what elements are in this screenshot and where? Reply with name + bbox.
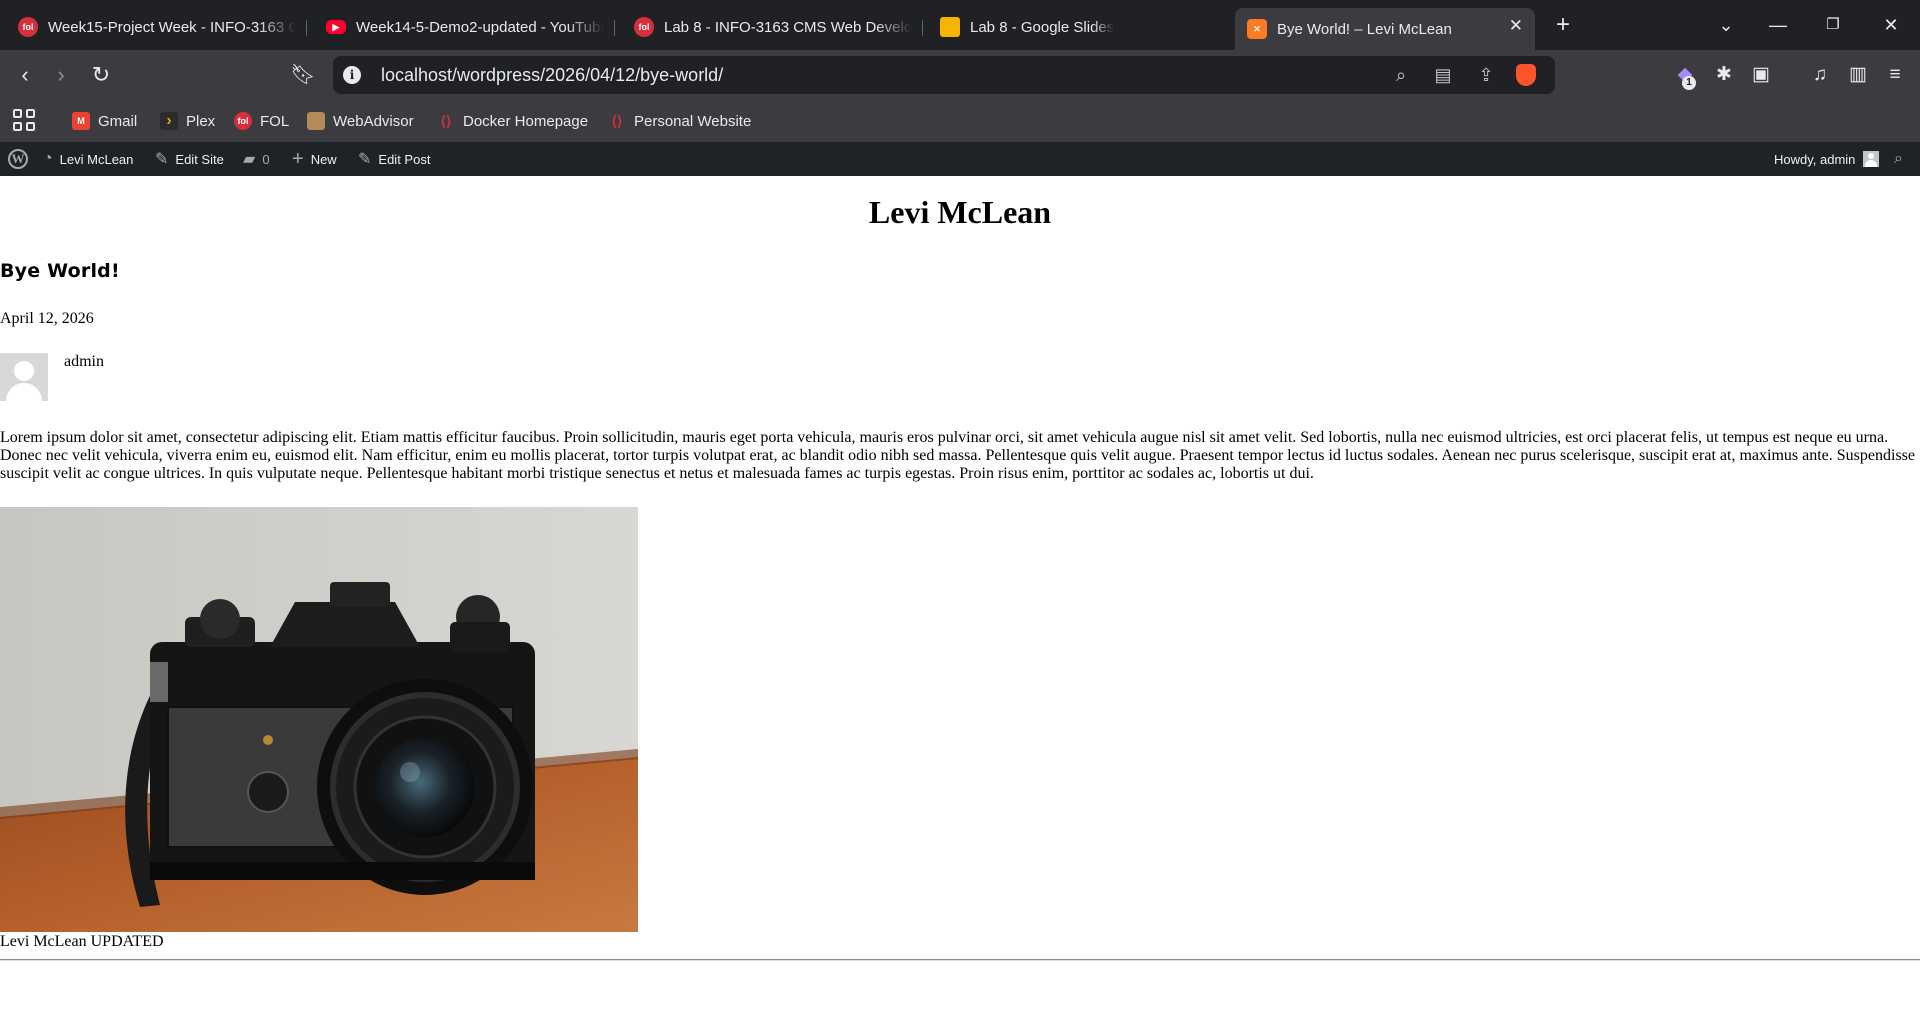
minimize-button[interactable]: — xyxy=(1758,10,1798,40)
edit-post-label: Edit Post xyxy=(378,151,431,167)
back-arrow-icon[interactable]: ‹ xyxy=(10,60,40,90)
author-name: admin xyxy=(64,353,104,370)
xampp-icon: ✕ xyxy=(1247,19,1267,39)
apps-grid-icon[interactable] xyxy=(13,109,35,131)
bookmark-fol[interactable]: fol FOL xyxy=(234,110,289,132)
wordpress-logo[interactable]: W xyxy=(8,142,28,176)
gmail-icon: M xyxy=(72,112,90,130)
media-music-icon[interactable]: ♫ xyxy=(1805,60,1835,90)
post-date: April 12, 2026 xyxy=(0,310,94,327)
google-slides-icon xyxy=(940,17,960,37)
bookmark-label: FOL xyxy=(260,112,290,130)
post-body: Lorem ipsum dolor sit amet, consectetur … xyxy=(0,429,1915,482)
admin-search-icon[interactable]: ⌕ xyxy=(1894,142,1903,176)
tab-title: Week14-5-Demo2-updated - YouTube xyxy=(356,18,604,36)
wp-admin-bar: W ◔ Levi McLean ✎ Edit Site ▰ 0 + New ✎ … xyxy=(0,142,1920,176)
admin-site-name[interactable]: ◔ Levi McLean xyxy=(43,142,133,176)
post-page: Levi McLean Bye World! April 12, 2026 ad… xyxy=(0,176,1920,1020)
footer-text: Levi McLean UPDATED xyxy=(0,933,164,950)
webadvisor-icon xyxy=(307,112,325,130)
pencil-icon: ✎ xyxy=(358,151,372,168)
browser-chrome: fol Week15-Project Week - INFO-3163 CMS … xyxy=(0,0,1920,142)
comments-count: 0 xyxy=(262,151,270,167)
brush-icon: ✎ xyxy=(155,151,169,168)
author-avatar xyxy=(0,353,48,401)
bookmark-label: WebAdvisor xyxy=(333,112,414,130)
edit-site-label: Edit Site xyxy=(175,151,224,167)
edit-post-link[interactable]: ✎ Edit Post xyxy=(358,142,430,176)
new-label: New xyxy=(310,151,337,167)
howdy-label: Howdy, admin xyxy=(1774,151,1856,167)
plex-icon: › xyxy=(160,112,178,130)
zoom-icon[interactable]: ⌕ xyxy=(1388,63,1414,87)
menu-hamburger-icon[interactable]: ≡ xyxy=(1880,60,1910,90)
close-tab-icon[interactable]: ✕ xyxy=(1509,16,1523,36)
bookmark-icon[interactable]: 🔖︎ xyxy=(288,60,318,90)
close-window-button[interactable]: ✕ xyxy=(1871,10,1911,40)
tab-lab8[interactable]: fol Lab 8 - INFO-3163 CMS Web Developmen… xyxy=(634,9,912,45)
site-info-icon[interactable]: i xyxy=(343,66,361,84)
tab-divider xyxy=(306,20,307,36)
new-tab-button[interactable]: + xyxy=(1543,10,1583,40)
reader-icon[interactable]: ▣ xyxy=(1746,60,1776,90)
wordpress-icon: W xyxy=(8,149,28,169)
bookmark-label: Personal Website xyxy=(634,112,752,130)
bookmark-label: Docker Homepage xyxy=(463,112,589,130)
plus-icon: + xyxy=(292,147,304,170)
navigation-toolbar: ‹ › ↻ 🔖︎ i localhost/wordpress/2026/04/1… xyxy=(0,50,1920,100)
dashboard-icon: ◔ xyxy=(43,150,53,167)
restore-button[interactable]: ❐ xyxy=(1813,10,1853,40)
rewards-badge: 1 xyxy=(1682,76,1696,90)
share-icon[interactable]: ⇪ xyxy=(1473,63,1499,87)
post-title: Bye World! xyxy=(0,260,120,282)
brave-shields-icon[interactable] xyxy=(1516,64,1536,86)
tab-bye-world[interactable]: ✕ Bye World! – Levi McLean ✕ xyxy=(1235,8,1535,50)
tab-google-slides[interactable]: Lab 8 - Google Slides xyxy=(940,9,1230,45)
fol-icon: fol xyxy=(18,17,38,37)
bookmark-personal-website[interactable]: ⟨⟩ Personal Website xyxy=(608,110,752,132)
reader-mode-icon[interactable]: ▤ xyxy=(1430,63,1456,87)
tab-title: Lab 8 - Google Slides xyxy=(970,18,1115,36)
tab-title: Bye World! – Levi McLean xyxy=(1277,20,1452,38)
comments-link[interactable]: ▰ 0 xyxy=(243,142,270,176)
fol-icon: fol xyxy=(634,17,654,37)
edit-site-link[interactable]: ✎ Edit Site xyxy=(155,142,224,176)
tab-youtube[interactable]: ▶ Week14-5-Demo2-updated - YouTube xyxy=(326,9,604,45)
user-avatar-icon xyxy=(1863,151,1880,167)
tab-week15[interactable]: fol Week15-Project Week - INFO-3163 CMS … xyxy=(18,9,296,45)
my-account-menu[interactable]: Howdy, admin xyxy=(1774,142,1880,176)
youtube-icon: ▶ xyxy=(326,20,346,34)
site-title[interactable]: Levi McLean xyxy=(0,194,1920,231)
bookmark-gmail[interactable]: M Gmail xyxy=(72,110,137,132)
reload-icon[interactable]: ↻ xyxy=(86,60,116,90)
sidebar-toggle-icon[interactable]: ▥ xyxy=(1843,60,1873,90)
new-content-link[interactable]: + New xyxy=(292,142,337,176)
docker-icon: ⟨⟩ xyxy=(440,112,452,129)
tab-divider xyxy=(614,20,615,36)
tab-search-chevron-icon[interactable]: ⌄ xyxy=(1706,10,1746,40)
personal-website-icon: ⟨⟩ xyxy=(611,112,623,129)
camera-photo xyxy=(0,507,638,932)
footer-divider xyxy=(0,959,1920,961)
tab-title: Week15-Project Week - INFO-3163 CMS Web … xyxy=(48,18,296,36)
bookmark-label: Plex xyxy=(186,112,216,130)
url-text[interactable]: localhost/wordpress/2026/04/12/bye-world… xyxy=(381,65,723,86)
extensions-puzzle-icon[interactable]: ✱ xyxy=(1709,60,1739,90)
bookmark-label: Gmail xyxy=(98,112,138,130)
bookmark-webadvisor[interactable]: WebAdvisor xyxy=(307,110,414,132)
tab-divider xyxy=(922,20,923,36)
bookmark-docker[interactable]: ⟨⟩ Docker Homepage xyxy=(437,110,589,132)
comment-bubble-icon: ▰ xyxy=(243,151,256,168)
bookmark-plex[interactable]: › Plex xyxy=(160,110,215,132)
fol-icon: fol xyxy=(234,112,252,130)
address-bar[interactable]: i localhost/wordpress/2026/04/12/bye-wor… xyxy=(333,56,1555,94)
tab-strip: fol Week15-Project Week - INFO-3163 CMS … xyxy=(0,0,1920,50)
site-name-label: Levi McLean xyxy=(59,151,134,167)
bookmarks-bar: M Gmail › Plex fol FOL WebAdvisor ⟨⟩ Doc… xyxy=(0,100,1920,142)
tab-title: Lab 8 - INFO-3163 CMS Web Development xyxy=(664,18,912,36)
forward-arrow-icon[interactable]: › xyxy=(46,60,76,90)
